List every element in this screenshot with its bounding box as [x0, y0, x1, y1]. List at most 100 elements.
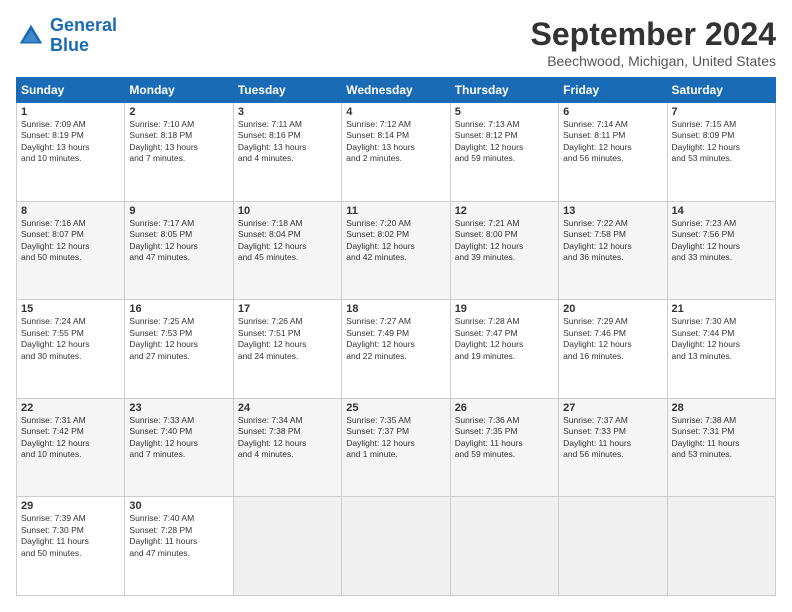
day-cell: 27Sunrise: 7:37 AM Sunset: 7:33 PM Dayli… [559, 398, 667, 497]
day-info: Sunrise: 7:22 AM Sunset: 7:58 PM Dayligh… [563, 218, 662, 264]
day-number: 19 [455, 303, 554, 315]
day-info: Sunrise: 7:25 AM Sunset: 7:53 PM Dayligh… [129, 316, 228, 362]
day-number: 11 [346, 205, 445, 217]
day-info: Sunrise: 7:34 AM Sunset: 7:38 PM Dayligh… [238, 415, 337, 461]
day-cell: 20Sunrise: 7:29 AM Sunset: 7:46 PM Dayli… [559, 300, 667, 399]
day-cell: 19Sunrise: 7:28 AM Sunset: 7:47 PM Dayli… [450, 300, 558, 399]
day-cell: 4Sunrise: 7:12 AM Sunset: 8:14 PM Daylig… [342, 103, 450, 202]
day-info: Sunrise: 7:39 AM Sunset: 7:30 PM Dayligh… [21, 513, 120, 559]
week-row-1: 1Sunrise: 7:09 AM Sunset: 8:19 PM Daylig… [17, 103, 776, 202]
day-cell: 7Sunrise: 7:15 AM Sunset: 8:09 PM Daylig… [667, 103, 775, 202]
day-cell: 10Sunrise: 7:18 AM Sunset: 8:04 PM Dayli… [233, 201, 341, 300]
day-info: Sunrise: 7:12 AM Sunset: 8:14 PM Dayligh… [346, 119, 445, 165]
day-cell: 13Sunrise: 7:22 AM Sunset: 7:58 PM Dayli… [559, 201, 667, 300]
header-cell-monday: Monday [125, 78, 233, 103]
day-info: Sunrise: 7:17 AM Sunset: 8:05 PM Dayligh… [129, 218, 228, 264]
day-number: 14 [672, 205, 771, 217]
header-cell-friday: Friday [559, 78, 667, 103]
day-number: 9 [129, 205, 228, 217]
day-cell: 2Sunrise: 7:10 AM Sunset: 8:18 PM Daylig… [125, 103, 233, 202]
logo-icon [16, 21, 46, 51]
day-cell [559, 497, 667, 596]
day-number: 2 [129, 106, 228, 118]
header-cell-wednesday: Wednesday [342, 78, 450, 103]
day-cell: 9Sunrise: 7:17 AM Sunset: 8:05 PM Daylig… [125, 201, 233, 300]
day-number: 10 [238, 205, 337, 217]
day-info: Sunrise: 7:18 AM Sunset: 8:04 PM Dayligh… [238, 218, 337, 264]
day-cell: 11Sunrise: 7:20 AM Sunset: 8:02 PM Dayli… [342, 201, 450, 300]
day-cell: 12Sunrise: 7:21 AM Sunset: 8:00 PM Dayli… [450, 201, 558, 300]
logo-general: General [50, 15, 117, 35]
day-number: 22 [21, 402, 120, 414]
calendar-table: SundayMondayTuesdayWednesdayThursdayFrid… [16, 77, 776, 596]
day-cell: 3Sunrise: 7:11 AM Sunset: 8:16 PM Daylig… [233, 103, 341, 202]
day-cell: 15Sunrise: 7:24 AM Sunset: 7:55 PM Dayli… [17, 300, 125, 399]
day-info: Sunrise: 7:15 AM Sunset: 8:09 PM Dayligh… [672, 119, 771, 165]
day-number: 21 [672, 303, 771, 315]
day-number: 7 [672, 106, 771, 118]
page: General Blue September 2024 Beechwood, M… [0, 0, 792, 612]
day-cell: 26Sunrise: 7:36 AM Sunset: 7:35 PM Dayli… [450, 398, 558, 497]
day-info: Sunrise: 7:40 AM Sunset: 7:28 PM Dayligh… [129, 513, 228, 559]
calendar-body: 1Sunrise: 7:09 AM Sunset: 8:19 PM Daylig… [17, 103, 776, 596]
month-title: September 2024 [531, 16, 776, 53]
day-cell: 1Sunrise: 7:09 AM Sunset: 8:19 PM Daylig… [17, 103, 125, 202]
day-info: Sunrise: 7:29 AM Sunset: 7:46 PM Dayligh… [563, 316, 662, 362]
day-info: Sunrise: 7:24 AM Sunset: 7:55 PM Dayligh… [21, 316, 120, 362]
week-row-2: 8Sunrise: 7:16 AM Sunset: 8:07 PM Daylig… [17, 201, 776, 300]
day-cell [450, 497, 558, 596]
day-number: 28 [672, 402, 771, 414]
day-number: 26 [455, 402, 554, 414]
day-info: Sunrise: 7:28 AM Sunset: 7:47 PM Dayligh… [455, 316, 554, 362]
logo-blue: Blue [50, 35, 89, 55]
day-info: Sunrise: 7:26 AM Sunset: 7:51 PM Dayligh… [238, 316, 337, 362]
logo: General Blue [16, 16, 117, 56]
day-number: 5 [455, 106, 554, 118]
day-info: Sunrise: 7:38 AM Sunset: 7:31 PM Dayligh… [672, 415, 771, 461]
day-info: Sunrise: 7:20 AM Sunset: 8:02 PM Dayligh… [346, 218, 445, 264]
day-info: Sunrise: 7:36 AM Sunset: 7:35 PM Dayligh… [455, 415, 554, 461]
day-number: 1 [21, 106, 120, 118]
week-row-5: 29Sunrise: 7:39 AM Sunset: 7:30 PM Dayli… [17, 497, 776, 596]
day-number: 8 [21, 205, 120, 217]
day-cell: 8Sunrise: 7:16 AM Sunset: 8:07 PM Daylig… [17, 201, 125, 300]
day-number: 20 [563, 303, 662, 315]
day-number: 6 [563, 106, 662, 118]
day-cell: 25Sunrise: 7:35 AM Sunset: 7:37 PM Dayli… [342, 398, 450, 497]
day-info: Sunrise: 7:14 AM Sunset: 8:11 PM Dayligh… [563, 119, 662, 165]
day-number: 13 [563, 205, 662, 217]
header-cell-sunday: Sunday [17, 78, 125, 103]
day-info: Sunrise: 7:09 AM Sunset: 8:19 PM Dayligh… [21, 119, 120, 165]
day-cell: 5Sunrise: 7:13 AM Sunset: 8:12 PM Daylig… [450, 103, 558, 202]
day-info: Sunrise: 7:16 AM Sunset: 8:07 PM Dayligh… [21, 218, 120, 264]
day-info: Sunrise: 7:21 AM Sunset: 8:00 PM Dayligh… [455, 218, 554, 264]
day-info: Sunrise: 7:31 AM Sunset: 7:42 PM Dayligh… [21, 415, 120, 461]
day-number: 25 [346, 402, 445, 414]
day-cell [667, 497, 775, 596]
day-cell: 6Sunrise: 7:14 AM Sunset: 8:11 PM Daylig… [559, 103, 667, 202]
day-info: Sunrise: 7:11 AM Sunset: 8:16 PM Dayligh… [238, 119, 337, 165]
day-info: Sunrise: 7:23 AM Sunset: 7:56 PM Dayligh… [672, 218, 771, 264]
day-info: Sunrise: 7:27 AM Sunset: 7:49 PM Dayligh… [346, 316, 445, 362]
day-number: 27 [563, 402, 662, 414]
day-number: 4 [346, 106, 445, 118]
day-cell: 24Sunrise: 7:34 AM Sunset: 7:38 PM Dayli… [233, 398, 341, 497]
day-cell: 30Sunrise: 7:40 AM Sunset: 7:28 PM Dayli… [125, 497, 233, 596]
day-number: 23 [129, 402, 228, 414]
day-number: 16 [129, 303, 228, 315]
day-number: 18 [346, 303, 445, 315]
header-cell-saturday: Saturday [667, 78, 775, 103]
location: Beechwood, Michigan, United States [531, 53, 776, 69]
logo-text: General Blue [50, 16, 117, 56]
header-cell-thursday: Thursday [450, 78, 558, 103]
week-row-4: 22Sunrise: 7:31 AM Sunset: 7:42 PM Dayli… [17, 398, 776, 497]
day-cell [233, 497, 341, 596]
title-section: September 2024 Beechwood, Michigan, Unit… [531, 16, 776, 69]
day-info: Sunrise: 7:30 AM Sunset: 7:44 PM Dayligh… [672, 316, 771, 362]
day-number: 12 [455, 205, 554, 217]
day-info: Sunrise: 7:35 AM Sunset: 7:37 PM Dayligh… [346, 415, 445, 461]
day-number: 29 [21, 500, 120, 512]
day-info: Sunrise: 7:37 AM Sunset: 7:33 PM Dayligh… [563, 415, 662, 461]
day-info: Sunrise: 7:13 AM Sunset: 8:12 PM Dayligh… [455, 119, 554, 165]
day-number: 30 [129, 500, 228, 512]
